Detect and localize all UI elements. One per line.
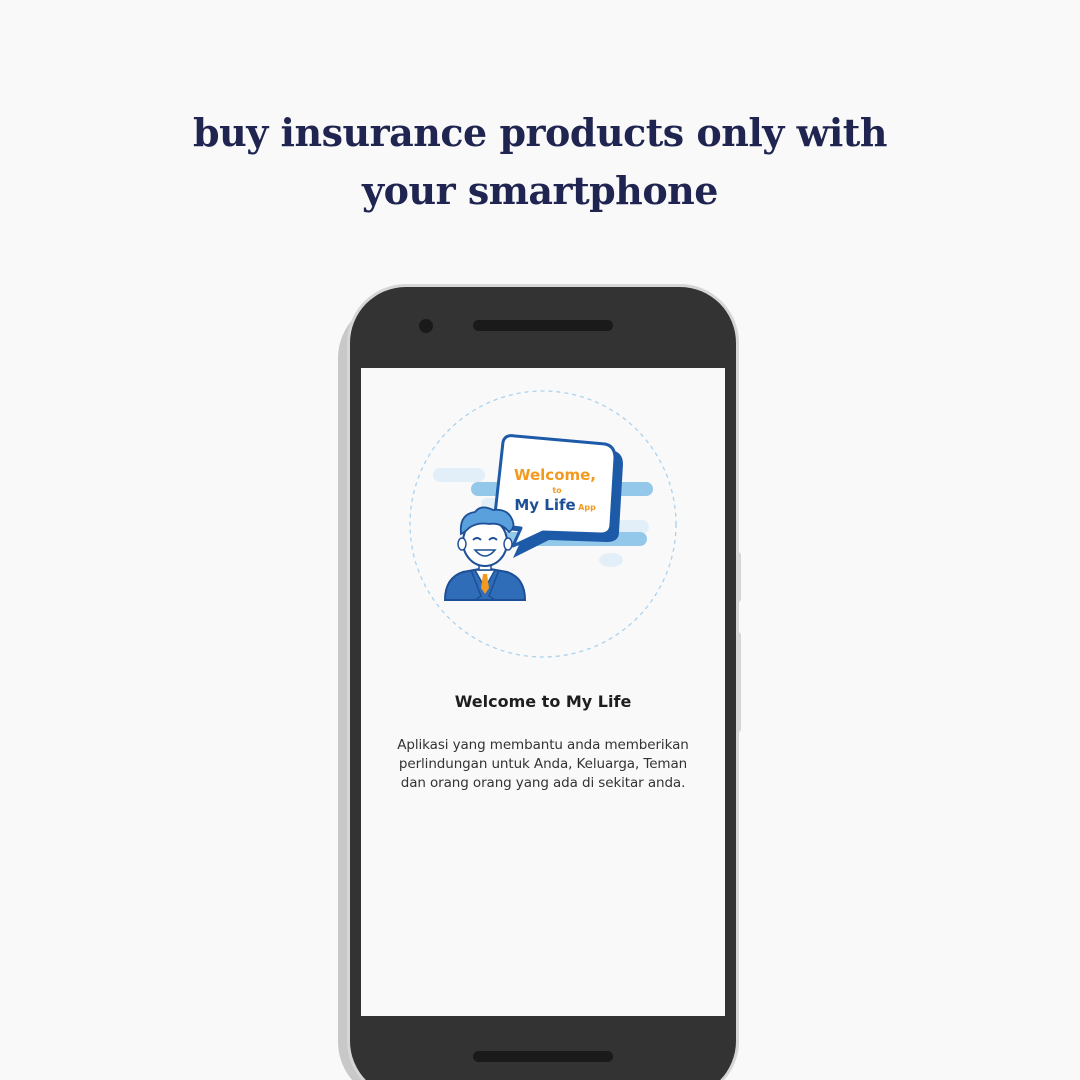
businessman-character (443, 506, 527, 601)
welcome-title: Welcome to My Life (454, 692, 632, 711)
page: buy insurance products only with your sm… (0, 0, 1080, 1080)
bubble-app-label: App (578, 503, 596, 512)
welcome-description: Aplikasi yang membantu anda memberikan p… (379, 736, 707, 793)
bubble-line-1: Welcome, (514, 466, 596, 484)
bubble-line-2: to (552, 486, 562, 495)
headline-line-1: buy insurance products only with (193, 110, 887, 155)
headline-line-2: your smartphone (362, 168, 718, 213)
welcome-description-line-3: dan orang orang yang ada di sekitar anda… (400, 775, 686, 791)
phone-bottom-speaker (473, 1051, 613, 1062)
phone-screen: Welcome, to My Life App Welcome to My Li… (361, 368, 725, 1016)
welcome-illustration: Welcome, to My Life App (409, 390, 677, 658)
headline: buy insurance products only with your sm… (0, 104, 1080, 220)
front-camera (419, 319, 433, 333)
welcome-description-line-1: Aplikasi yang membantu anda memberikan (397, 737, 689, 753)
welcome-description-line-2: perlindungan untuk Anda, Keluarga, Teman (398, 756, 688, 772)
phone-speaker (473, 320, 613, 331)
bubble-line-3: My Life (514, 496, 575, 514)
